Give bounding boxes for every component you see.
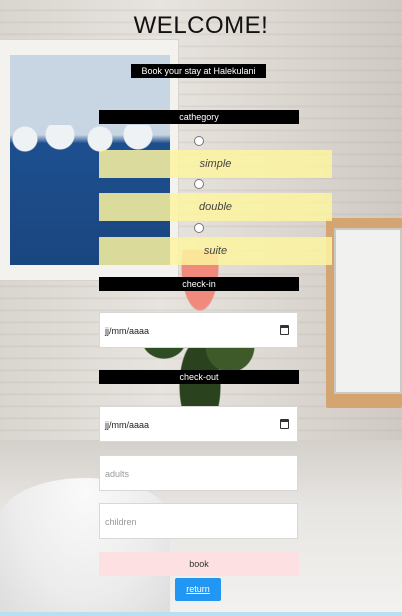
checkout-date-input[interactable]: jj/mm/aaaa	[99, 406, 298, 442]
children-input[interactable]: children	[99, 503, 298, 539]
radio-simple[interactable]	[194, 136, 204, 146]
background-table	[0, 478, 170, 616]
checkin-label: check-in	[99, 277, 299, 291]
option-double[interactable]: double	[99, 193, 332, 221]
calendar-icon[interactable]	[280, 325, 289, 335]
radio-double[interactable]	[194, 179, 204, 189]
category-label: cathegory	[99, 110, 299, 124]
checkin-date-value: jj/mm/aaaa	[105, 326, 150, 336]
page-title: WELCOME!	[133, 12, 269, 39]
checkout-date-value: jj/mm/aaaa	[105, 420, 150, 430]
return-button[interactable]: return	[175, 578, 221, 601]
booking-subtitle: Book your stay at Halekulani	[131, 64, 266, 78]
book-button[interactable]: book	[99, 552, 299, 576]
adults-input[interactable]: adults	[99, 455, 298, 491]
children-placeholder: children	[105, 517, 137, 527]
calendar-icon[interactable]	[280, 419, 289, 429]
option-suite[interactable]: suite	[99, 237, 332, 265]
checkout-label: check-out	[99, 370, 299, 384]
background-cabinet	[326, 218, 402, 408]
adults-placeholder: adults	[105, 469, 130, 479]
radio-suite[interactable]	[194, 223, 204, 233]
option-simple[interactable]: simple	[99, 150, 332, 178]
bottom-strip	[0, 612, 402, 616]
checkin-date-input[interactable]: jj/mm/aaaa	[99, 312, 298, 348]
